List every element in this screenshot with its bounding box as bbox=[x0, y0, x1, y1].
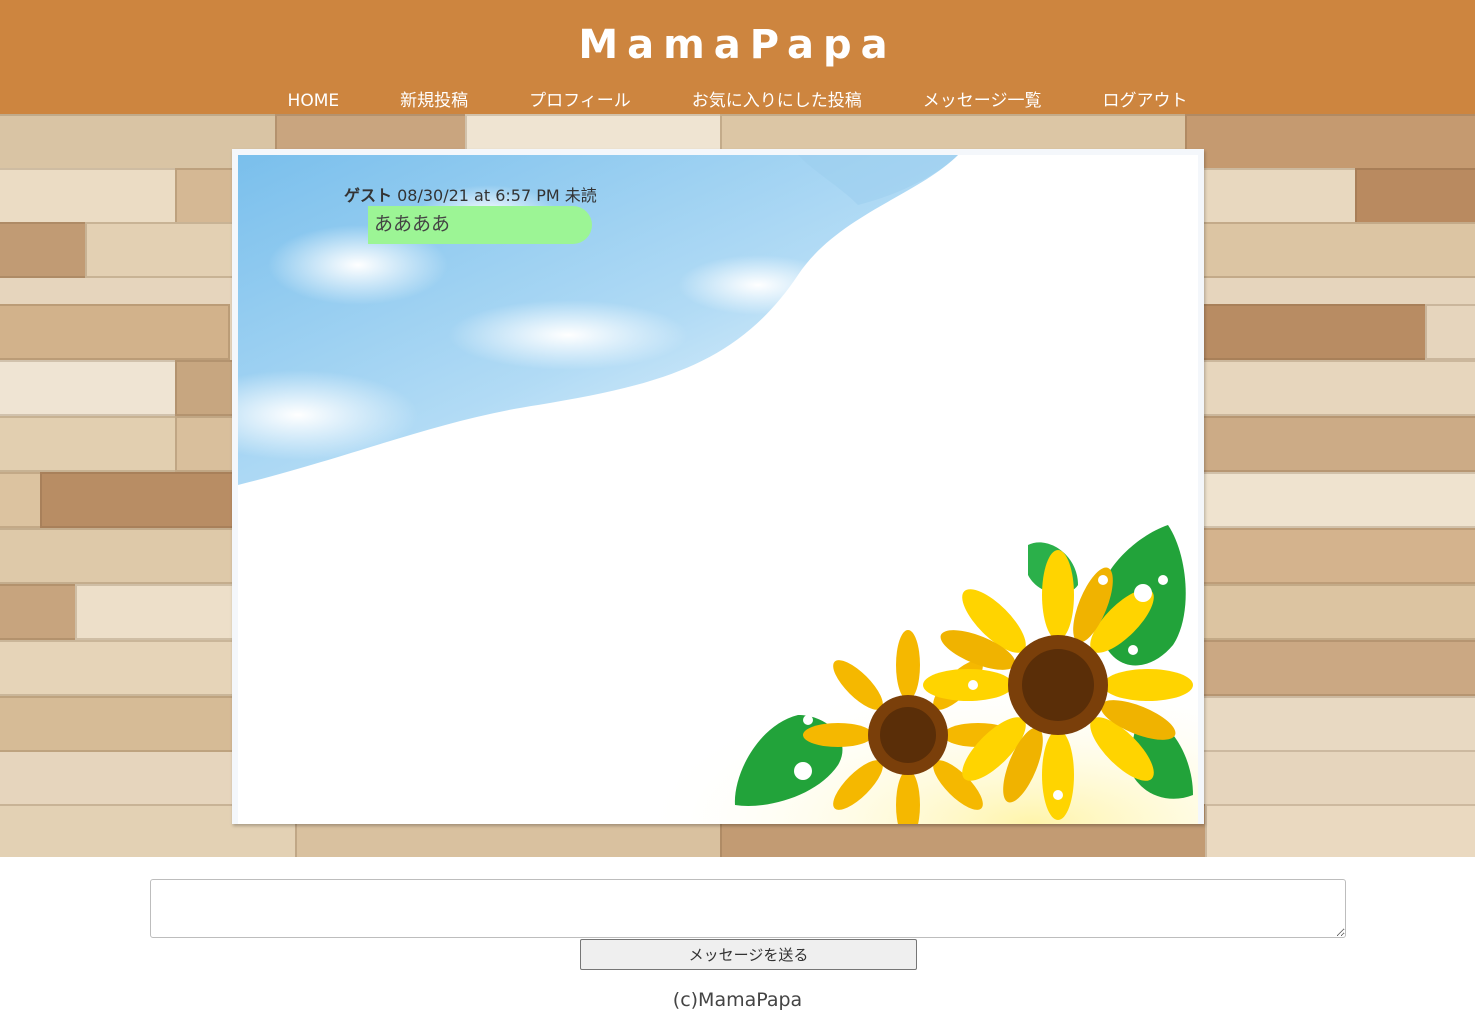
wood-plank bbox=[0, 640, 240, 696]
wood-plank bbox=[0, 416, 180, 472]
message-meta: ゲスト 08/30/21 at 6:57 PM 未読 bbox=[344, 182, 597, 206]
wood-plank bbox=[1200, 360, 1475, 416]
site-header: MamaPapa HOME 新規投稿 プロフィール お気に入りにした投稿 メッセ… bbox=[0, 0, 1475, 114]
chat-panel[interactable]: ゲスト 08/30/21 at 6:57 PM 未読 ああああ bbox=[238, 155, 1198, 824]
wood-plank bbox=[0, 584, 80, 640]
nav-logout[interactable]: ログアウト bbox=[1102, 89, 1187, 113]
wood-plank bbox=[1200, 528, 1475, 584]
wood-plank bbox=[0, 696, 240, 752]
wood-plank bbox=[0, 528, 240, 584]
wood-plank bbox=[0, 222, 90, 278]
nav-messages[interactable]: メッセージ一覧 bbox=[923, 89, 1042, 113]
wood-plank bbox=[1205, 804, 1475, 857]
nav-new-post[interactable]: 新規投稿 bbox=[400, 89, 468, 113]
wood-plank bbox=[1200, 416, 1475, 472]
wood-plank bbox=[0, 472, 45, 528]
wood-plank bbox=[1200, 222, 1475, 278]
nav-profile[interactable]: プロフィール bbox=[529, 89, 631, 113]
message-read-status: 未読 bbox=[564, 186, 597, 205]
message-timestamp: 08/30/21 at 6:57 PM bbox=[397, 186, 560, 205]
wood-plank bbox=[1200, 696, 1475, 752]
wood-plank bbox=[1200, 472, 1475, 528]
wood-plank bbox=[0, 304, 230, 360]
wood-plank bbox=[40, 472, 240, 528]
wood-plank bbox=[1200, 584, 1475, 640]
nav-home[interactable]: HOME bbox=[288, 89, 340, 113]
message-bubble: ああああ bbox=[368, 206, 592, 244]
wood-plank bbox=[1185, 114, 1475, 170]
main-nav: HOME 新規投稿 プロフィール お気に入りにした投稿 メッセージ一覧 ログアウ… bbox=[0, 89, 1475, 113]
message-sender: ゲスト bbox=[344, 186, 393, 205]
wood-plank bbox=[1200, 304, 1430, 360]
wood-plank bbox=[1355, 168, 1475, 224]
wood-plank bbox=[1425, 304, 1475, 360]
message-input[interactable] bbox=[150, 879, 1346, 938]
send-message-button[interactable]: メッセージを送る bbox=[580, 939, 917, 970]
sky-sunflower-illustration bbox=[238, 155, 1198, 824]
wood-plank bbox=[1180, 168, 1360, 224]
chat-frame: ゲスト 08/30/21 at 6:57 PM 未読 ああああ bbox=[232, 149, 1204, 824]
wood-plank bbox=[0, 168, 180, 224]
site-logo[interactable]: MamaPapa bbox=[0, 22, 1475, 68]
footer-copyright: (c)MamaPapa bbox=[672, 989, 803, 1011]
wood-plank bbox=[1200, 640, 1475, 696]
wood-plank bbox=[0, 360, 180, 416]
nav-favorites[interactable]: お気に入りにした投稿 bbox=[692, 89, 862, 113]
